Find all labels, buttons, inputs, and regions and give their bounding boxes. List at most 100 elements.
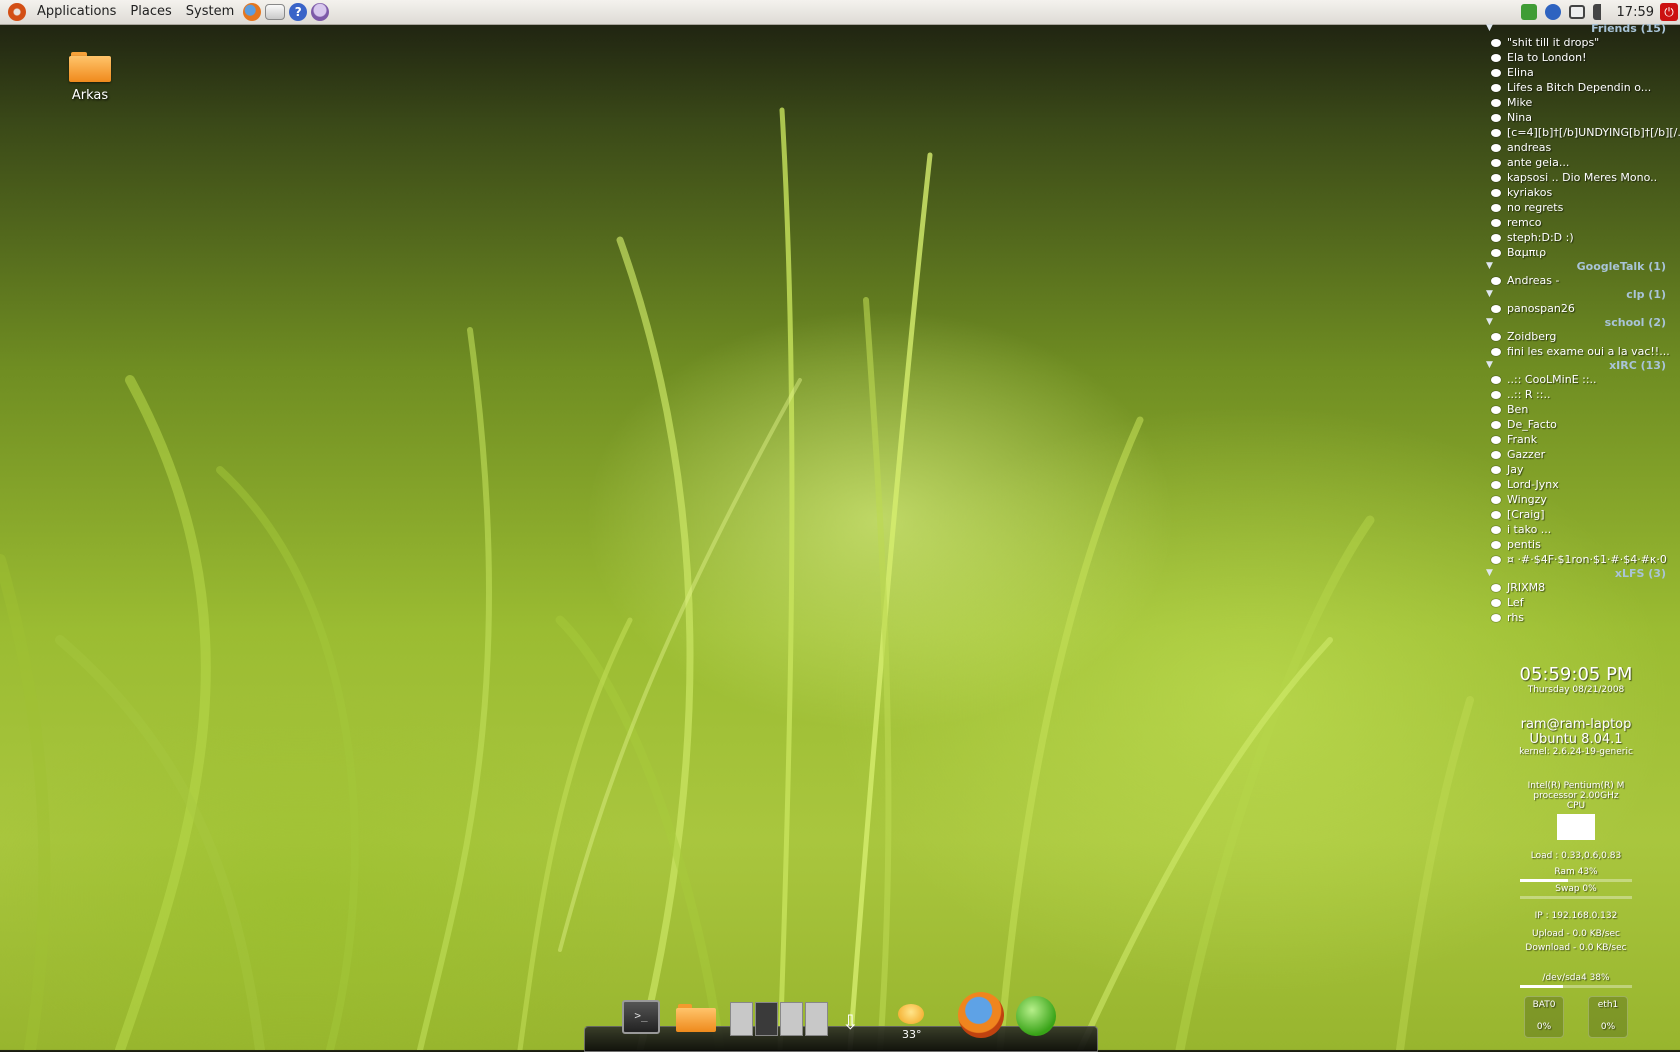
ubuntu-logo-icon[interactable] [8,3,26,21]
green-orb-icon[interactable] [1016,996,1056,1036]
speech-bubble-icon [1491,480,1501,489]
conky-cpu-label: CPU [1566,801,1586,811]
buddy-name: andreas [1507,141,1552,154]
buddy-item[interactable]: Jay [1486,462,1680,477]
buddy-item[interactable]: Lifes a Bitch Dependin o... [1486,80,1680,95]
buddy-item[interactable]: fini les exame oui a la vac!!... [1486,344,1680,359]
workspace-switcher[interactable] [730,1002,828,1036]
speech-bubble-icon [1491,450,1501,459]
weather-icon[interactable] [898,1004,924,1024]
buddy-item[interactable]: Wingzy [1486,492,1680,507]
workspace-2[interactable] [755,1002,778,1036]
buddy-item[interactable]: no regrets [1486,200,1680,215]
buddy-item[interactable]: pentis [1486,537,1680,552]
conky-os: Ubuntu 8.04.1 [1529,732,1623,747]
buddy-item[interactable]: Ela to London! [1486,50,1680,65]
buddy-item[interactable]: [Craig] [1486,507,1680,522]
buddy-item[interactable]: Mike [1486,95,1680,110]
trash-icon[interactable]: ⇩ [842,1010,859,1034]
buddy-item[interactable]: steph:D:D :) [1486,230,1680,245]
speech-bubble-icon [1491,218,1501,227]
buddy-item[interactable]: ..:: R ::.. [1486,387,1680,402]
help-launcher-icon[interactable]: ? [289,3,308,21]
buddy-item[interactable]: panospan26 [1486,301,1680,316]
buddy-item[interactable]: Zoidberg [1486,329,1680,344]
speech-bubble-icon [1491,495,1501,504]
pidgin-launcher-icon[interactable] [311,3,330,21]
volume-icon[interactable] [1592,4,1609,20]
pidgin-tray-icon[interactable] [1520,4,1537,20]
panel-clock[interactable]: 17:59 [1617,5,1654,20]
menu-system[interactable]: System [179,0,241,24]
buddy-item[interactable]: remco [1486,215,1680,230]
firefox-icon[interactable] [958,992,1004,1038]
wallpaper-grass [0,107,1474,1050]
buddy-group-name: xIRC (13) [1609,359,1666,372]
buddy-group[interactable]: ▼ clp (1) [1486,288,1680,301]
buddy-name: Zoidberg [1507,330,1557,343]
workspace-3[interactable] [780,1002,803,1036]
buddy-item[interactable]: Lord-Jynx [1486,477,1680,492]
bluetooth-icon[interactable] [1544,4,1561,20]
workspace-1[interactable] [730,1002,753,1036]
buddy-item[interactable]: Lef [1486,595,1680,610]
speech-bubble-icon [1491,83,1501,92]
buddy-item[interactable]: Gazzer [1486,447,1680,462]
buddy-item[interactable]: Ben [1486,402,1680,417]
buddy-group-name: xLFS (3) [1614,567,1666,580]
speech-bubble-icon [1491,540,1501,549]
buddy-item[interactable]: ..:: CooLMinE ::.. [1486,372,1680,387]
expand-triangle-icon[interactable]: ▼ [1486,289,1493,299]
buddy-name: [Craig] [1507,508,1545,521]
buddy-group[interactable]: ▼ Friends (15) [1486,22,1680,35]
buddy-group[interactable]: ▼ xIRC (13) [1486,359,1680,372]
firefox-launcher-icon[interactable] [243,3,262,21]
terminal-icon[interactable]: >_ [622,1000,660,1034]
speech-bubble-icon [1491,613,1501,622]
menu-applications[interactable]: Applications [30,0,123,24]
buddy-item[interactable]: Βαμπιρ [1486,245,1680,260]
buddy-item[interactable]: i tako ... [1486,522,1680,537]
conky-system-monitor: 05:59:05 PM Thursday 08/21/2008 ram@ram-… [1506,664,1646,1038]
buddy-item[interactable]: "shit till it drops" [1486,35,1680,50]
buddy-item[interactable]: De_Facto [1486,417,1680,432]
buddy-item[interactable]: Frank [1486,432,1680,447]
buddy-item[interactable]: rhs [1486,610,1680,625]
speech-bubble-icon [1491,248,1501,257]
speech-bubble-icon [1491,188,1501,197]
buddy-item[interactable]: ante geia... [1486,155,1680,170]
buddy-item[interactable]: Andreas - [1486,273,1680,288]
power-icon[interactable]: ⏻ [1660,3,1678,21]
expand-triangle-icon[interactable]: ▼ [1486,360,1493,370]
speech-bubble-icon [1491,233,1501,242]
buddy-item[interactable]: Elina [1486,65,1680,80]
expand-triangle-icon[interactable]: ▼ [1486,317,1493,327]
buddy-item[interactable]: andreas [1486,140,1680,155]
menu-places[interactable]: Places [123,0,178,24]
conky-disk: /dev/sda4 38% [1542,973,1610,983]
desktop-icon-arkas[interactable]: Arkas [52,46,128,103]
buddy-item[interactable]: [c=4][b]†[/b]UNDYING[b]†[/b][/... [1486,125,1680,140]
folder-icon[interactable] [676,1004,716,1032]
buddy-item[interactable]: kapsosi .. Dio Meres Mono.. [1486,170,1680,185]
buddy-name: Lifes a Bitch Dependin o... [1507,81,1652,94]
workspace-4[interactable] [805,1002,828,1036]
battery-label: BAT0 [1532,1000,1556,1010]
mail-launcher-icon[interactable] [265,4,286,20]
buddy-group[interactable]: ▼ xLFS (3) [1486,567,1680,580]
buddy-item[interactable]: ¤ ·#·$4F·$1ron·$1·#·$4·#κ·0 [1486,552,1680,567]
buddy-group[interactable]: ▼ school (2) [1486,316,1680,329]
expand-triangle-icon[interactable]: ▼ [1486,261,1493,271]
display-icon[interactable] [1568,5,1585,19]
expand-triangle-icon[interactable]: ▼ [1486,23,1493,33]
conky-cpu-name-1: Intel(R) Pentium(R) M [1527,781,1625,791]
buddy-group-name: clp (1) [1626,288,1666,301]
expand-triangle-icon[interactable]: ▼ [1486,568,1493,578]
buddy-name: ..:: CooLMinE ::.. [1507,373,1597,386]
network-label: eth1 [1597,1000,1619,1010]
buddy-item[interactable]: Nina [1486,110,1680,125]
buddy-item[interactable]: JRIXM8 [1486,580,1680,595]
buddy-group[interactable]: ▼ GoogleTalk (1) [1486,260,1680,273]
buddy-name: steph:D:D :) [1507,231,1574,244]
buddy-item[interactable]: kyriakos [1486,185,1680,200]
